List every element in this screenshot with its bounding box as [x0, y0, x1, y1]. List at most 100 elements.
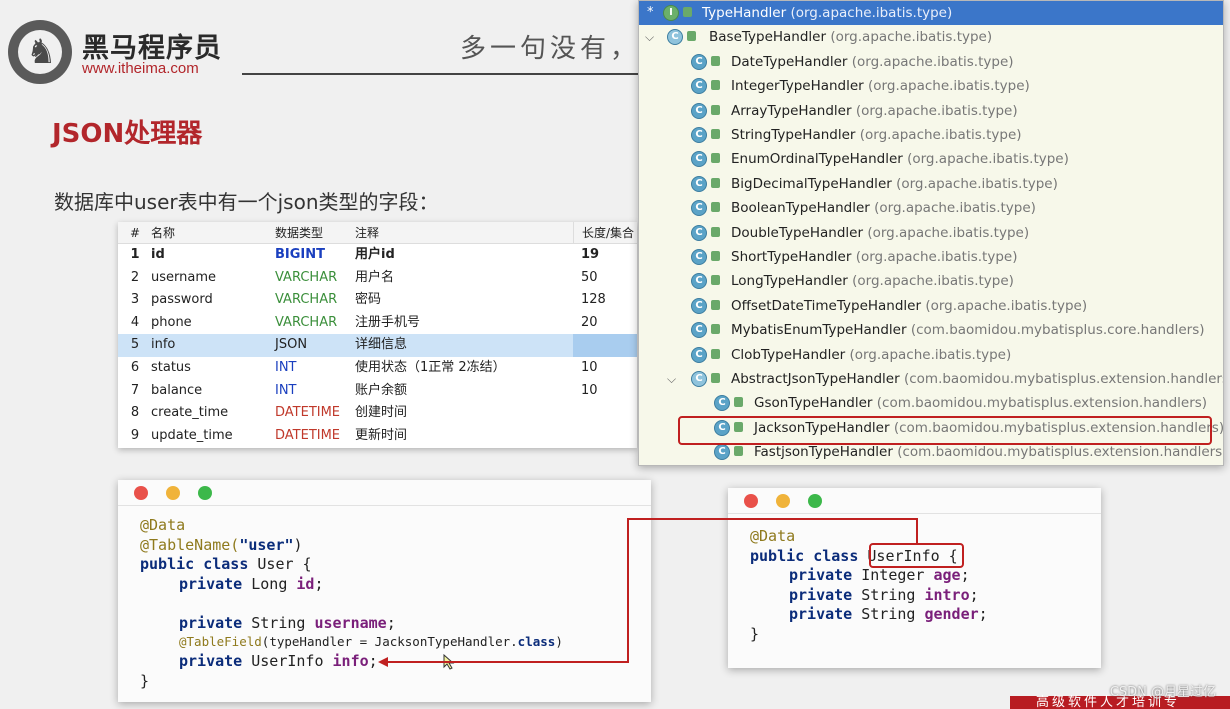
code-token: @TableName( [140, 535, 240, 554]
hierarchy-item[interactable]: C BooleanTypeHandler (org.apache.ibatis.… [639, 196, 1223, 220]
window-titlebar [118, 480, 651, 506]
hierarchy-package: (org.apache.ibatis.type) [790, 5, 953, 21]
user-class-window: @Data @TableName("user") public class Us… [118, 480, 651, 702]
table-row[interactable]: 8 create_time DATETIME 创建时间 [118, 402, 637, 425]
table-row[interactable]: 7 balance INT 账户余额 10 [118, 380, 637, 403]
hierarchy-item[interactable]: C DoubleTypeHandler (org.apache.ibatis.t… [639, 221, 1223, 245]
row-name: password [151, 292, 213, 308]
hierarchy-name: BigDecimalTypeHandler [731, 175, 892, 192]
code-token: "user" [239, 535, 294, 554]
hierarchy-item[interactable]: C LongTypeHandler (org.apache.ibatis.typ… [639, 269, 1223, 293]
public-icon [711, 348, 720, 359]
public-icon [734, 397, 743, 408]
code-token: ; [368, 652, 378, 670]
table-row[interactable]: 1 id BIGINT 用户id 19 [118, 244, 637, 267]
code-token: UserInfo [251, 652, 333, 670]
hierarchy-package: (com.baomidou.mybatisplus.extension.hand… [897, 444, 1224, 461]
row-num: 3 [130, 292, 140, 308]
row-type: DATETIME [275, 427, 341, 443]
row-len [573, 402, 637, 425]
connector-line [627, 518, 917, 520]
minimize-dot-icon[interactable] [166, 486, 180, 500]
hierarchy-item[interactable]: C StringTypeHandler (org.apache.ibatis.t… [639, 123, 1223, 147]
hierarchy-item[interactable]: C GsonTypeHandler (com.baomidou.mybatisp… [639, 391, 1223, 415]
code-token: info [332, 652, 369, 670]
hierarchy-name: AbstractJsonTypeHandler [731, 371, 900, 387]
hierarchy-item[interactable]: C MybatisEnumTypeHandler (com.baomidou.m… [639, 318, 1223, 342]
hierarchy-package: (org.apache.ibatis.type) [855, 102, 1018, 119]
class-icon: C [714, 395, 730, 412]
interface-icon: I [663, 5, 679, 21]
table-row[interactable]: 3 password VARCHAR 密码 128 [118, 289, 637, 312]
userinfo-class-window: @Data public class UserInfo { private In… [728, 488, 1101, 668]
hierarchy-item-selected[interactable]: * I TypeHandler (org.apache.ibatis.type) [639, 1, 1223, 26]
chevron-down-icon[interactable]: ⌵ [645, 25, 654, 49]
user-class-code: @Data @TableName("user") public class Us… [140, 515, 640, 695]
hierarchy-name: IntegerTypeHandler [731, 78, 864, 95]
code-token: @Data [140, 516, 186, 534]
code-token: String [861, 605, 925, 623]
hierarchy-item[interactable]: C ShortTypeHandler (org.apache.ibatis.ty… [639, 245, 1223, 269]
row-type: VARCHAR [275, 269, 338, 285]
class-icon: C [691, 273, 707, 290]
code-token: private [179, 652, 252, 670]
hierarchy-name: BooleanTypeHandler [731, 200, 870, 217]
hierarchy-name: GsonTypeHandler [754, 395, 873, 412]
minimize-dot-icon[interactable] [776, 494, 790, 508]
user-table-schema: # 名称 数据类型 注释 长度/集合 1 id BIGINT 用户id 19 2… [118, 222, 637, 448]
table-row-selected[interactable]: 5 info JSON 详细信息 [118, 334, 637, 357]
table-row[interactable]: 9 update_time DATETIME 更新时间 [118, 425, 637, 448]
hierarchy-item[interactable]: ⌵ C BaseTypeHandler (org.apache.ibatis.t… [639, 25, 1223, 49]
maximize-dot-icon[interactable] [808, 494, 822, 508]
row-note: 账户余额 [355, 382, 408, 398]
hierarchy-item[interactable]: C EnumOrdinalTypeHandler (org.apache.iba… [639, 147, 1223, 171]
hierarchy-package: (org.apache.ibatis.type) [925, 297, 1088, 314]
public-icon [734, 446, 743, 457]
public-icon [711, 202, 720, 213]
public-icon [711, 177, 720, 188]
hierarchy-item[interactable]: C BigDecimalTypeHandler (org.apache.ibat… [639, 172, 1223, 196]
connector-line [627, 518, 629, 663]
row-note: 更新时间 [355, 427, 408, 443]
table-row[interactable]: 2 username VARCHAR 用户名 50 [118, 267, 637, 290]
header-num: # [129, 226, 141, 240]
header-name: 名称 [151, 226, 176, 240]
type-hierarchy-popup[interactable]: * I TypeHandler (org.apache.ibatis.type)… [638, 0, 1224, 466]
hierarchy-package: (org.apache.ibatis.type) [874, 200, 1036, 217]
row-len: 50 [581, 269, 598, 285]
hierarchy-item[interactable]: C ClobTypeHandler (org.apache.ibatis.typ… [639, 343, 1223, 367]
hierarchy-package: (org.apache.ibatis.type) [868, 78, 1030, 95]
hierarchy-item[interactable]: C OffsetDateTimeTypeHandler (org.apache.… [639, 294, 1223, 318]
table-row[interactable]: 6 status INT 使用状态（1正常 2冻结） 10 [118, 357, 637, 380]
hierarchy-name: MybatisEnumTypeHandler [731, 322, 907, 339]
row-name: update_time [151, 427, 233, 443]
maximize-dot-icon[interactable] [198, 486, 212, 500]
code-token: ; [978, 605, 988, 623]
close-dot-icon[interactable] [134, 486, 148, 500]
hierarchy-name: EnumOrdinalTypeHandler [731, 151, 903, 168]
row-len [573, 334, 637, 357]
hierarchy-package: (org.apache.ibatis.type) [830, 29, 993, 46]
row-num: 7 [130, 382, 140, 398]
row-len: 128 [581, 292, 606, 308]
class-icon: C [691, 346, 707, 363]
hierarchy-item[interactable]: C ArrayTypeHandler (org.apache.ibatis.ty… [639, 99, 1223, 123]
hierarchy-name: DateTypeHandler [731, 53, 848, 70]
row-len: 10 [581, 382, 598, 398]
class-icon: C [691, 175, 707, 192]
hierarchy-item[interactable]: ⌵ C AbstractJsonTypeHandler (com.baomido… [639, 367, 1223, 391]
row-len: 19 [581, 247, 600, 262]
table-row[interactable]: 4 phone VARCHAR 注册手机号 20 [118, 312, 637, 335]
header-note: 注释 [355, 226, 380, 240]
hierarchy-item[interactable]: C IntegerTypeHandler (org.apache.ibatis.… [639, 74, 1223, 98]
code-token: private [179, 574, 252, 593]
hierarchy-package: (com.baomidou.mybatisplus.extension.hand… [876, 395, 1208, 412]
chevron-down-icon[interactable]: ⌵ [667, 367, 676, 391]
row-len: 20 [581, 314, 598, 330]
hierarchy-item[interactable]: C DateTypeHandler (org.apache.ibatis.typ… [639, 50, 1223, 74]
close-dot-icon[interactable] [744, 494, 758, 508]
hierarchy-package: (org.apache.ibatis.type) [852, 273, 1014, 290]
header-len: 长度/集合 [573, 222, 637, 243]
class-icon: C [714, 444, 730, 461]
row-note: 密码 [355, 292, 382, 308]
